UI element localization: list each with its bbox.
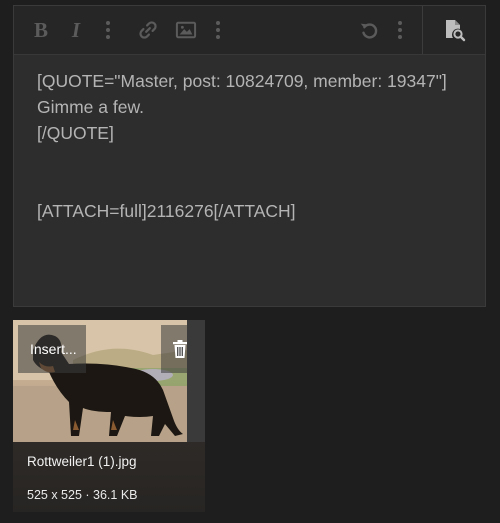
bold-icon: B: [33, 17, 48, 42]
insert-label: Insert...: [30, 341, 77, 357]
delete-attachment-button[interactable]: [161, 325, 187, 373]
preview-icon: [446, 20, 466, 42]
link-icon: [139, 21, 157, 39]
thumbnail-margin: [187, 320, 205, 442]
editor-line: [/QUOTE]: [37, 123, 114, 143]
more-options-icon: [398, 21, 402, 39]
trash-icon: [173, 340, 187, 358]
italic-button[interactable]: I: [66, 18, 86, 42]
italic-icon: I: [71, 17, 81, 42]
editor-text-area[interactable]: [QUOTE="Master, post: 10824709, member: …: [37, 68, 475, 224]
attachment-file-meta: 525 x 525 · 36.1 KB: [27, 488, 138, 502]
editor-line: ​: [37, 146, 475, 172]
message-editor[interactable]: B I [QUOTE="Master, post: 10824709, memb…: [13, 5, 486, 307]
insert-attachment-button[interactable]: Insert...: [18, 325, 86, 373]
bold-button[interactable]: B: [31, 18, 51, 42]
more-options-icon: [216, 21, 220, 39]
attachment-thumbnail: Insert...: [13, 320, 187, 442]
editor-toolbar: B I: [14, 6, 485, 55]
more-insert-options-button[interactable]: [212, 18, 224, 42]
editor-line: [ATTACH=full]2116276[/ATTACH]: [37, 201, 296, 221]
toolbar-divider: [422, 6, 423, 54]
more-options-icon: [106, 21, 110, 39]
attachment-file-name: Rottweiler1 (1).jpg: [27, 454, 137, 469]
preview-button[interactable]: [441, 18, 467, 42]
undo-icon: [360, 23, 378, 39]
insert-image-button[interactable]: [174, 18, 198, 42]
editor-line: ​: [37, 172, 475, 198]
editor-line: Gimme a few.: [37, 97, 144, 117]
attachment-info: Rottweiler1 (1).jpg 525 x 525 · 36.1 KB: [13, 442, 205, 512]
editor-line: [QUOTE="Master, post: 10824709, member: …: [37, 71, 447, 91]
more-text-options-button[interactable]: [102, 18, 114, 42]
insert-link-button[interactable]: [136, 18, 160, 42]
undo-button[interactable]: [357, 18, 381, 42]
image-icon: [175, 21, 197, 39]
more-actions-button[interactable]: [394, 18, 406, 42]
attachment-card[interactable]: Insert... Rottweiler1 (1).jpg 525 x 525 …: [13, 320, 205, 512]
